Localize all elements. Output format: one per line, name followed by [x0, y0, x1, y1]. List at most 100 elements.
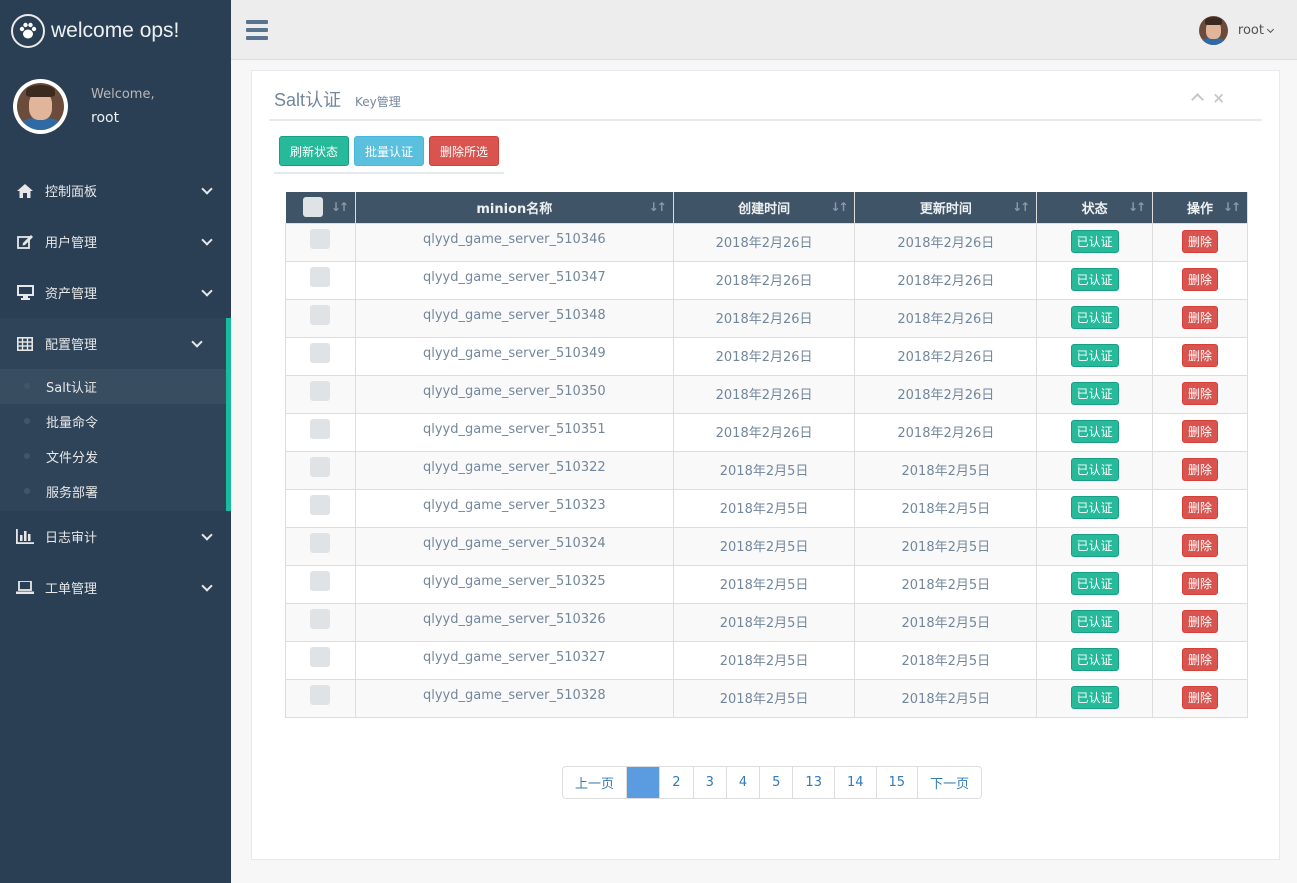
status-badge[interactable]: 已认证	[1070, 647, 1119, 671]
status-cell: 已认证	[1036, 526, 1154, 566]
collapse-icon[interactable]	[1191, 93, 1205, 106]
menu-toggle-icon[interactable]	[246, 20, 268, 40]
column-header-updated[interactable]: 更新时间 ↓↑	[854, 192, 1038, 223]
page-1-button[interactable]: 1	[626, 767, 660, 798]
chevron-down-icon	[201, 285, 213, 297]
status-badge[interactable]: 已认证	[1070, 533, 1119, 557]
sidebar-subitem-file-dispatch[interactable]: 文件分发	[0, 439, 226, 474]
delete-button[interactable]: 删除	[1182, 229, 1219, 253]
delete-button[interactable]: 删除	[1182, 267, 1219, 291]
bar-chart-icon	[16, 529, 34, 545]
action-cell: 删除	[1152, 412, 1248, 452]
status-cell: 已认证	[1036, 298, 1154, 338]
row-checkbox[interactable]	[310, 456, 331, 477]
sidebar-item-assets[interactable]: 资产管理	[0, 267, 231, 318]
row-checkbox[interactable]	[310, 608, 331, 629]
delete-button[interactable]: 删除	[1182, 685, 1219, 709]
delete-selected-button[interactable]: 删除所选	[429, 136, 500, 166]
column-header-status[interactable]: 状态 ↓↑	[1036, 192, 1154, 223]
status-badge[interactable]: 已认证	[1070, 381, 1119, 405]
page-14-button[interactable]: 14	[833, 767, 876, 798]
sidebar-subitem-batch-command[interactable]: 批量命令	[0, 404, 226, 439]
page-4-button[interactable]: 4	[725, 767, 760, 798]
table-row: qlyyd_game_server_510324 2018年2月5日 2018年2月…	[285, 526, 1248, 566]
row-checkbox[interactable]	[310, 380, 331, 401]
status-badge[interactable]: 已认证	[1070, 419, 1119, 443]
select-all-checkbox[interactable]	[303, 197, 324, 218]
brand[interactable]: welcome ops!	[0, 0, 231, 62]
row-checkbox[interactable]	[310, 266, 331, 287]
refresh-status-button[interactable]: 刷新状态	[279, 136, 350, 166]
minion-name: qlyyd_game_server_510346	[354, 222, 674, 262]
status-badge[interactable]: 已认证	[1070, 457, 1119, 481]
prev-page-button[interactable]: 上一页	[563, 767, 627, 798]
delete-button[interactable]: 删除	[1182, 343, 1219, 367]
column-header-name[interactable]: minion名称 ↓↑	[355, 192, 674, 223]
status-badge[interactable]: 已认证	[1070, 305, 1119, 329]
user-name: root	[1237, 23, 1264, 38]
sort-icon[interactable]: ↓↑	[331, 200, 349, 214]
sidebar-item-audit[interactable]: 日志审计	[0, 511, 231, 562]
delete-button[interactable]: 删除	[1182, 495, 1219, 519]
delete-button[interactable]: 删除	[1182, 305, 1219, 329]
row-checkbox[interactable]	[310, 684, 331, 705]
row-checkbox[interactable]	[310, 646, 331, 667]
row-select-cell	[285, 336, 356, 376]
column-header-action[interactable]: 操作 ↓↑	[1152, 192, 1248, 223]
row-checkbox[interactable]	[310, 342, 331, 363]
status-badge[interactable]: 已认证	[1070, 343, 1119, 367]
row-checkbox[interactable]	[310, 304, 331, 325]
side-menu: 控制面板 用户管理 资产管理 配置管理 Salt认证 批量命令 文件分发 服务部…	[0, 165, 231, 613]
sort-icon[interactable]: ↓↑	[649, 200, 667, 214]
status-badge[interactable]: 已认证	[1070, 571, 1119, 595]
minion-name: qlyyd_game_server_510351	[354, 412, 674, 452]
sort-icon[interactable]: ↓↑	[1223, 200, 1241, 214]
status-badge[interactable]: 已认证	[1070, 685, 1119, 709]
sidebar-item-dashboard[interactable]: 控制面板	[0, 165, 231, 216]
status-badge[interactable]: 已认证	[1070, 267, 1119, 291]
updated-time: 2018年2月5日	[854, 678, 1038, 718]
delete-button[interactable]: 删除	[1182, 381, 1219, 405]
batch-auth-button[interactable]: 批量认证	[354, 136, 425, 166]
delete-button[interactable]: 删除	[1182, 533, 1219, 557]
close-icon[interactable]: ×	[1212, 91, 1225, 106]
row-checkbox[interactable]	[310, 570, 331, 591]
next-page-button[interactable]: 下一页	[917, 767, 982, 798]
row-checkbox[interactable]	[310, 494, 331, 515]
page-15-button[interactable]: 15	[875, 767, 918, 798]
updated-time: 2018年2月26日	[854, 374, 1038, 414]
page-5-button[interactable]: 5	[759, 767, 793, 798]
row-checkbox[interactable]	[310, 418, 331, 439]
user-dropdown[interactable]: root	[1198, 16, 1275, 45]
page-13-button[interactable]: 13	[792, 767, 834, 798]
sidebar-item-label: 用户管理	[45, 236, 98, 251]
row-checkbox[interactable]	[310, 228, 331, 249]
delete-button[interactable]: 删除	[1182, 419, 1219, 443]
column-header-created[interactable]: 创建时间 ↓↑	[673, 192, 856, 223]
sort-icon[interactable]: ↓↑	[830, 200, 848, 214]
status-badge[interactable]: 已认证	[1070, 229, 1119, 253]
updated-time: 2018年2月5日	[854, 488, 1038, 528]
status-badge[interactable]: 已认证	[1070, 495, 1119, 519]
sidebar-item-tickets[interactable]: 工单管理	[0, 562, 231, 613]
page-3-button[interactable]: 3	[692, 767, 726, 798]
page-2-button[interactable]: 2	[659, 767, 693, 798]
delete-button[interactable]: 删除	[1182, 647, 1219, 671]
sidebar-item-users[interactable]: 用户管理	[0, 216, 231, 267]
minion-name: qlyyd_game_server_510328	[354, 678, 674, 718]
delete-button[interactable]: 删除	[1182, 609, 1219, 633]
action-cell: 删除	[1152, 678, 1248, 718]
row-checkbox[interactable]	[310, 532, 331, 553]
sidebar-subitem-salt-auth[interactable]: Salt认证	[0, 369, 226, 404]
avatar	[13, 79, 68, 134]
sort-icon[interactable]: ↓↑	[1012, 200, 1030, 214]
sidebar-item-config[interactable]: 配置管理	[0, 318, 231, 369]
status-cell: 已认证	[1036, 678, 1154, 718]
action-cell: 删除	[1152, 602, 1248, 642]
delete-button[interactable]: 删除	[1182, 571, 1219, 595]
delete-button[interactable]: 删除	[1182, 457, 1219, 481]
created-time: 2018年2月5日	[672, 526, 856, 566]
sort-icon[interactable]: ↓↑	[1128, 200, 1146, 214]
status-badge[interactable]: 已认证	[1070, 609, 1119, 633]
sidebar-subitem-service-deploy[interactable]: 服务部署	[0, 474, 226, 509]
